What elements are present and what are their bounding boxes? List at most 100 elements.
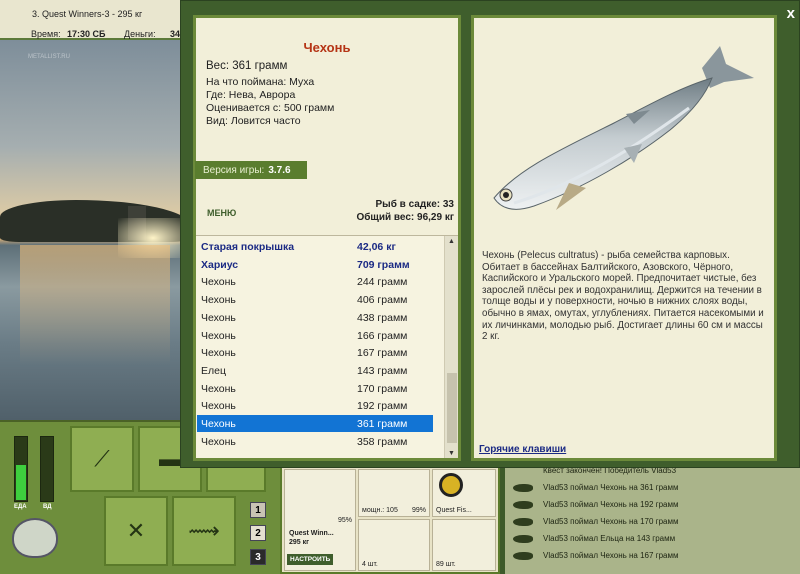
catch-row[interactable]: Старая покрышка 42,06 кг (197, 238, 433, 255)
catch-row[interactable]: Чехонь 438 грамм (197, 309, 433, 326)
catch-fish-name: Хариус (201, 258, 239, 271)
catch-row[interactable]: Чехонь 244 грамм (197, 273, 433, 290)
watermark: METALLIST.RU (28, 54, 70, 60)
fish-icon (513, 551, 533, 560)
slot-1-button[interactable]: 1 (250, 502, 266, 518)
rod-percent: 95% (337, 517, 352, 524)
catch-fish-weight: 244 грамм (357, 276, 408, 289)
energy-meter-fill (16, 464, 26, 500)
fish-caught-on: На что поймана: Муха (206, 76, 315, 88)
catch-row[interactable]: Чехонь 166 грамм (197, 327, 433, 344)
close-button[interactable]: x (787, 5, 795, 22)
catch-fish-name: Чехонь (201, 435, 236, 448)
scroll-down-icon[interactable]: ▼ (448, 450, 455, 457)
catch-row[interactable]: Елец 143 грамм (197, 362, 433, 379)
fish-description-panel: Чехонь (Pelecus cultratus) - рыба семейс… (471, 15, 777, 461)
catch-fish-name: Чехонь (201, 294, 236, 307)
catch-row[interactable]: Хариус 709 грамм (197, 256, 433, 273)
fish-info-panel: Чехонь Вес: 361 грамм На что поймана: Му… (193, 15, 461, 461)
catch-fish-name: Чехонь (201, 276, 236, 289)
log-entry: Vlad53 поймал Чехонь на 361 грамм (513, 479, 793, 496)
fishing-scene[interactable]: METALLIST.RU (0, 40, 190, 420)
catch-fish-name: Чехонь (201, 382, 236, 395)
reel-slot[interactable]: мощн.: 105 99% (358, 469, 430, 517)
catch-fish-weight: 358 грамм (357, 435, 408, 448)
bait-meter (40, 436, 54, 502)
rod-weight: 295 кг (289, 539, 310, 546)
log-entry: Vlad53 поймал Чехонь на 170 грамм (513, 513, 793, 530)
cage-summary: Рыб в садке: 33 Общий вес: 96,29 кг (356, 198, 454, 224)
catch-fish-weight: 361 грамм (357, 418, 408, 430)
scrollbar[interactable]: ▲ ▼ (444, 236, 458, 458)
catch-fish-name: Чехонь (201, 311, 236, 324)
hook-slot[interactable]: 4 шт. (358, 519, 430, 571)
bait-label: ВД (43, 504, 52, 510)
catch-fish-name: Елец (201, 364, 226, 377)
hook-count: 4 шт. (362, 561, 378, 568)
fish-cage-dialog: x Чехонь Вес: 361 грамм На что поймана: … (180, 0, 800, 468)
catch-row[interactable]: Чехонь 170 грамм (197, 380, 433, 397)
line-name: Quest Fis... (436, 507, 472, 514)
log-text: Vlad53 поймал Ельца на 143 грамм (543, 534, 676, 543)
scroll-up-icon[interactable]: ▲ (448, 238, 455, 245)
catch-fish-weight: 438 грамм (357, 311, 408, 324)
bait-slot[interactable]: 89 шт. (432, 519, 496, 571)
food-button[interactable]: ✕ (104, 496, 168, 566)
catch-row[interactable]: Чехонь 192 грамм (197, 397, 433, 414)
fish-location: Где: Нева, Аврора (206, 89, 296, 101)
pot-icon[interactable] (12, 518, 58, 558)
catch-fish-weight: 166 грамм (357, 329, 408, 342)
energy-meter (14, 436, 28, 502)
catch-fish-weight: 143 грамм (357, 364, 408, 377)
fishing-rod-button[interactable]: ⟋ (70, 426, 134, 492)
catch-fish-weight: 709 грамм (357, 258, 410, 271)
log-text: Vlad53 поймал Чехонь на 170 грамм (543, 517, 679, 526)
setup-button[interactable]: НАСТРОИТЬ (287, 554, 334, 565)
log-entry: Vlad53 поймал Ельца на 143 грамм (513, 530, 793, 547)
fish-weight: Вес: 361 грамм (206, 60, 288, 72)
cage-count: Рыб в садке: 33 (375, 199, 454, 210)
slot-3-button[interactable]: 3 (250, 549, 266, 565)
fish-icon (513, 500, 533, 509)
log-text: Vlad53 поймал Чехонь на 192 грамм (543, 500, 679, 509)
slot-2-button[interactable]: 2 (250, 525, 266, 541)
fish-icon: ⟿ (188, 518, 220, 543)
catch-fish-name: Чехонь (201, 329, 236, 342)
log-text: Vlad53 поймал Чехонь на 167 грамм (543, 551, 679, 560)
catch-row[interactable]: Чехонь 406 грамм (197, 291, 433, 308)
water-reflection (20, 245, 170, 365)
fish-icon (513, 534, 533, 543)
line-slot[interactable]: Quest Fis... (432, 469, 496, 517)
fishing-rod-icon: ⟋ (94, 446, 110, 471)
catch-fish-name: Чехонь (201, 418, 236, 430)
tackle-panel: 95% Quest Winn... 295 кг НАСТРОИТЬ мощн.… (280, 465, 500, 574)
version-label: Версия игры: (203, 164, 265, 176)
rod-slot[interactable]: 95% Quest Winn... 295 кг НАСТРОИТЬ (284, 469, 356, 571)
catch-list[interactable]: Старая покрышка 42,06 кг Хариус 709 грамм Че… (196, 235, 458, 458)
catch-row[interactable]: Чехонь 358 грамм (197, 433, 433, 450)
status-bar: 3. Quest Winners-3 - 295 кг Время: 17:30… (0, 0, 190, 40)
rod-name: Quest Winn... (289, 530, 334, 537)
cage-weight: Общий вес: 96,29 кг (356, 212, 454, 223)
version-badge: Версия игры: 3.7.6 (195, 161, 307, 179)
location-title: 3. Quest Winners-3 - 295 кг (32, 9, 143, 19)
menu-button[interactable]: МЕНЮ (207, 208, 236, 218)
log-entry: Vlad53 поймал Чехонь на 167 грамм (513, 547, 793, 564)
fish-name: Чехонь (303, 40, 351, 55)
catch-row[interactable]: Чехонь 167 грамм (197, 344, 433, 361)
money-label: Деньги: (124, 29, 156, 39)
log-entry: Vlad53 поймал Чехонь на 192 грамм (513, 496, 793, 513)
fish-icon (513, 517, 533, 526)
hotkeys-link[interactable]: Горячие клавиши (479, 444, 566, 455)
catch-fish-weight: 406 грамм (357, 294, 408, 307)
time-label: Время: (31, 29, 61, 39)
bait-count: 89 шт. (436, 561, 456, 568)
fish-icon (513, 483, 533, 492)
fish-cage-button[interactable]: ⟿ (172, 496, 236, 566)
event-log: Квест закончен! Победитель Vlad53 Vlad53… (505, 463, 800, 574)
catch-row[interactable]: Чехонь 361 грамм (197, 415, 433, 432)
reel-percent: 99% (411, 507, 426, 514)
catch-fish-name: Старая покрышка (201, 241, 295, 253)
catch-fish-weight: 170 грамм (357, 382, 408, 395)
scrollbar-thumb[interactable] (447, 373, 457, 443)
